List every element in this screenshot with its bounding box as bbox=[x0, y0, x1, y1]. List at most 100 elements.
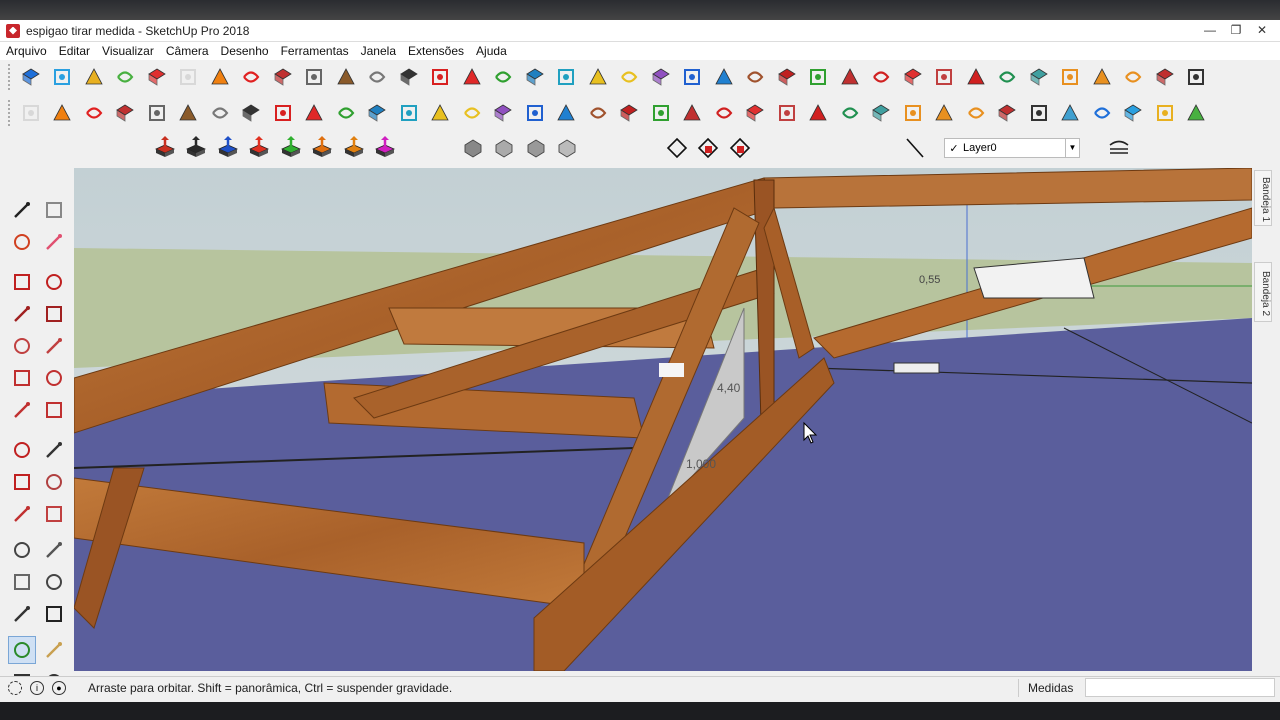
follow-me-icon[interactable] bbox=[40, 468, 68, 496]
rectangle-icon[interactable] bbox=[142, 63, 171, 92]
solid-trim-icon[interactable] bbox=[867, 99, 896, 128]
extension-icon[interactable] bbox=[1024, 99, 1053, 128]
top-view-icon[interactable] bbox=[182, 134, 211, 163]
component-icon[interactable] bbox=[48, 63, 77, 92]
look-around-icon[interactable] bbox=[772, 63, 801, 92]
layer-manager-icon[interactable] bbox=[1104, 134, 1133, 163]
scale-icon[interactable] bbox=[8, 500, 36, 528]
solid-subtract-icon[interactable] bbox=[993, 63, 1022, 92]
walk-icon[interactable] bbox=[583, 99, 612, 128]
3d-viewport[interactable]: 4,40 1,000 0,55 bbox=[74, 168, 1252, 671]
left-view-icon[interactable] bbox=[308, 134, 337, 163]
position-camera-icon[interactable] bbox=[709, 63, 738, 92]
component-icon[interactable] bbox=[1150, 99, 1179, 128]
move-icon[interactable] bbox=[79, 99, 108, 128]
pie-icon[interactable] bbox=[40, 364, 68, 392]
arc3-icon[interactable] bbox=[8, 396, 36, 424]
axes-icon[interactable] bbox=[426, 63, 455, 92]
orbit-icon[interactable] bbox=[363, 99, 392, 128]
arc2-icon[interactable] bbox=[40, 396, 68, 424]
protractor-icon[interactable] bbox=[363, 63, 392, 92]
flip-icon[interactable] bbox=[898, 63, 927, 92]
orbit-tool-icon[interactable] bbox=[8, 636, 36, 664]
front-view-icon[interactable] bbox=[213, 134, 242, 163]
section-icon[interactable] bbox=[489, 63, 518, 92]
circle-tool-icon[interactable] bbox=[8, 332, 36, 360]
solid-union-icon[interactable] bbox=[804, 99, 833, 128]
push-pull-icon[interactable] bbox=[48, 99, 77, 128]
paint-bucket-icon[interactable] bbox=[8, 228, 36, 256]
right-view-icon[interactable] bbox=[245, 134, 274, 163]
3d-text-icon[interactable] bbox=[40, 600, 68, 628]
dimension-icon[interactable] bbox=[457, 63, 486, 92]
tape-icon[interactable] bbox=[174, 99, 203, 128]
circle-icon[interactable] bbox=[16, 99, 45, 128]
make-component-icon[interactable] bbox=[40, 196, 68, 224]
next-icon[interactable] bbox=[678, 63, 707, 92]
minimize-button[interactable]: — bbox=[1198, 22, 1222, 40]
push-pull-tool-icon[interactable] bbox=[40, 436, 68, 464]
bottom-view-icon[interactable] bbox=[339, 134, 368, 163]
add-detail-icon[interactable] bbox=[930, 63, 959, 92]
menu-ajuda[interactable]: Ajuda bbox=[470, 44, 513, 58]
share-icon[interactable] bbox=[1056, 99, 1085, 128]
dimension-icon[interactable] bbox=[300, 99, 329, 128]
offset-tool-icon[interactable] bbox=[40, 500, 68, 528]
flip-icon[interactable] bbox=[741, 99, 770, 128]
rotate-tool-icon[interactable] bbox=[8, 468, 36, 496]
rectangle-tool-icon[interactable] bbox=[8, 300, 36, 328]
axes-icon[interactable] bbox=[268, 99, 297, 128]
menu-arquivo[interactable]: Arquivo bbox=[0, 44, 53, 58]
dimension-tool-icon[interactable] bbox=[40, 536, 68, 564]
solid-trim-icon[interactable] bbox=[1024, 63, 1053, 92]
select-icon[interactable] bbox=[16, 63, 45, 92]
drape-icon[interactable] bbox=[709, 99, 738, 128]
menu-ferramentas[interactable]: Ferramentas bbox=[275, 44, 355, 58]
section-display-icon[interactable] bbox=[725, 134, 754, 163]
section-cut-icon[interactable] bbox=[694, 134, 723, 163]
toolbar-grip[interactable] bbox=[8, 100, 12, 126]
back-view-icon[interactable] bbox=[276, 134, 305, 163]
select-icon[interactable] bbox=[1119, 99, 1148, 128]
split-icon[interactable] bbox=[961, 99, 990, 128]
toolbar-grip[interactable] bbox=[8, 64, 12, 90]
next-icon[interactable] bbox=[520, 99, 549, 128]
move-tool-icon[interactable] bbox=[8, 436, 36, 464]
menu-camera[interactable]: Câmera bbox=[160, 44, 215, 58]
rotated-rect-icon[interactable] bbox=[40, 300, 68, 328]
iso-view-icon[interactable] bbox=[150, 134, 179, 163]
user-icon[interactable]: ● bbox=[52, 680, 66, 695]
rotate-icon[interactable] bbox=[268, 63, 297, 92]
layer-line-icon[interactable] bbox=[900, 134, 929, 163]
axes-tool-icon[interactable] bbox=[8, 600, 36, 628]
protractor-icon[interactable] bbox=[205, 99, 234, 128]
paint-icon[interactable] bbox=[1182, 99, 1211, 128]
circle-icon[interactable] bbox=[174, 63, 203, 92]
text-tool-icon[interactable] bbox=[40, 568, 68, 596]
intersect-icon[interactable] bbox=[898, 99, 927, 128]
tape-icon[interactable] bbox=[331, 63, 360, 92]
wireframe-icon[interactable] bbox=[521, 134, 550, 163]
offset-icon[interactable] bbox=[142, 99, 171, 128]
geo-location-icon[interactable] bbox=[8, 680, 22, 695]
tape-measure-icon[interactable] bbox=[8, 536, 36, 564]
walk-icon[interactable] bbox=[741, 63, 770, 92]
add-detail-icon[interactable] bbox=[772, 99, 801, 128]
push-pull-icon[interactable] bbox=[205, 63, 234, 92]
restore-button[interactable]: ❐ bbox=[1224, 22, 1248, 40]
back-edges-icon[interactable] bbox=[490, 134, 519, 163]
menu-janela[interactable]: Janela bbox=[355, 44, 402, 58]
section-icon[interactable] bbox=[331, 99, 360, 128]
rotate-icon[interactable] bbox=[111, 99, 140, 128]
menu-visualizar[interactable]: Visualizar bbox=[96, 44, 160, 58]
paint-icon[interactable] bbox=[79, 63, 108, 92]
orbit-icon[interactable] bbox=[520, 63, 549, 92]
solid-union-icon[interactable] bbox=[961, 63, 990, 92]
outer-shell-icon[interactable] bbox=[1087, 63, 1116, 92]
previous-icon[interactable] bbox=[646, 63, 675, 92]
pan-icon[interactable] bbox=[394, 99, 423, 128]
position-camera-icon[interactable] bbox=[552, 99, 581, 128]
pan-tool-icon[interactable] bbox=[40, 636, 68, 664]
zoom-icon[interactable] bbox=[426, 99, 455, 128]
stamp-icon[interactable] bbox=[835, 63, 864, 92]
